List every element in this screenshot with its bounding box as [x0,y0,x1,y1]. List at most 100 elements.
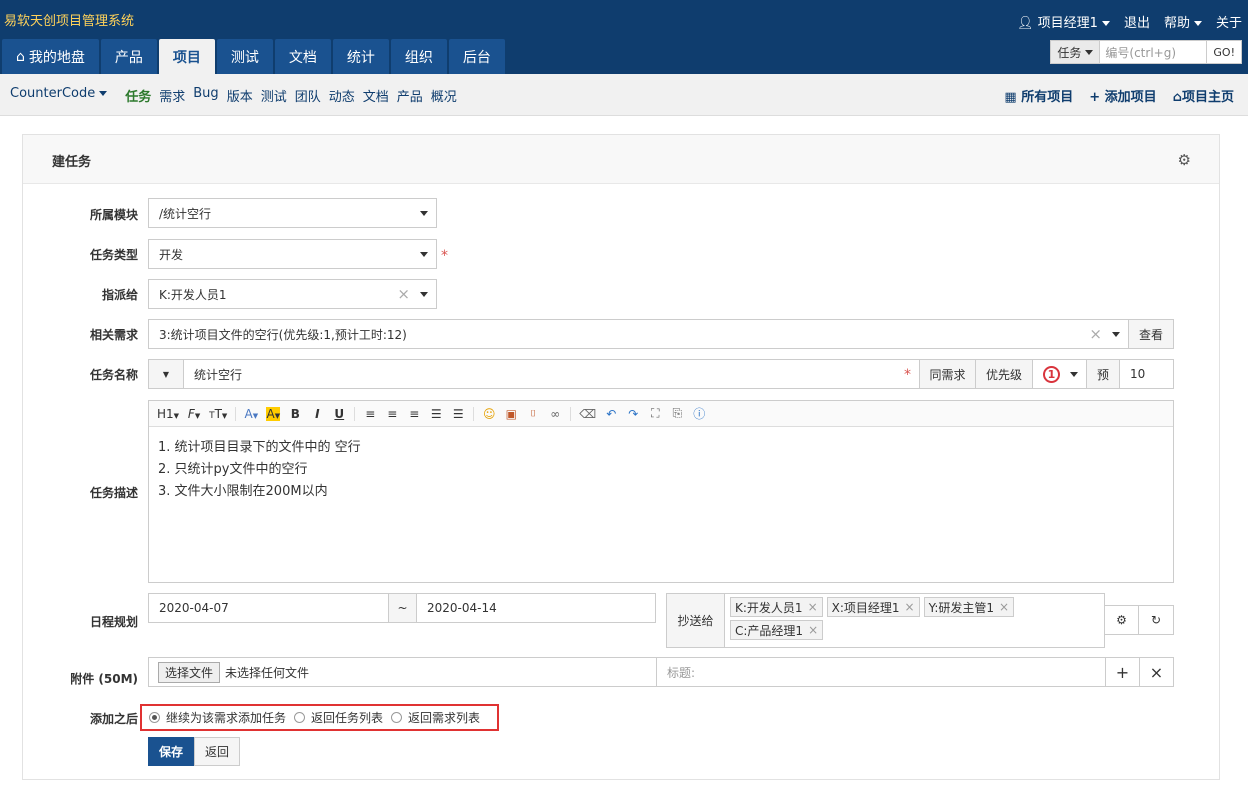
tab-admin[interactable]: 后台 [448,39,505,74]
help-icon[interactable]: ⓘ [692,405,706,422]
module-select[interactable]: /统计空行 [148,198,437,228]
file-input[interactable]: 选择文件 未选择任何文件 [148,657,657,687]
grid-icon: ▦ [1004,90,1017,105]
code-icon[interactable]: ⌷ [526,409,540,419]
user-menu[interactable]: 👤︎ 项目经理1 [1017,12,1110,31]
tab-company[interactable]: 组织 [390,39,447,74]
toolbar-separator [235,406,237,421]
gear-icon[interactable]: ⚙ [1104,605,1139,635]
story-select[interactable]: 3:统计项目文件的空行(优先级:1,预计工时:12) × [148,319,1129,349]
clear-icon[interactable]: × [1089,325,1102,343]
bold-tool[interactable]: B [288,407,302,421]
page-title: 建任务 [52,155,92,170]
fullscreen-icon[interactable]: ⛶ [648,406,662,421]
font-color-tool[interactable]: A▼ [244,407,258,421]
tab-report[interactable]: 统计 [332,39,389,74]
subnav-view[interactable]: 概况 [431,86,457,105]
image-icon[interactable]: ▣ [504,407,518,421]
description-editor[interactable]: H1▼ F▼ TT▼ A▼ A▼ B I U ≡ ≡ ≡ ☰ ☰ ☺ ▣ ⌷ ∞… [148,400,1174,583]
back-button[interactable]: 返回 [194,737,240,766]
tab-qa[interactable]: 测试 [216,39,273,74]
editor-content[interactable]: 1. 统计项目目录下的文件中的 空行 2. 只统计py文件中的空行 3. 文件大… [149,427,1173,513]
highlight-tool[interactable]: A▼ [266,406,281,421]
color-picker-button[interactable]: ▼ [148,359,184,389]
tab-project[interactable]: 项目 [158,39,215,74]
refresh-icon[interactable]: ↻ [1138,605,1174,635]
tab-product[interactable]: 产品 [100,39,157,74]
all-projects-link[interactable]: ▦ 所有项目 [1004,86,1073,105]
tab-my[interactable]: ⌂ 我的地盘 [2,39,99,74]
task-name-input[interactable]: 统计空行 [183,359,920,389]
link-icon[interactable]: ∞ [548,407,562,421]
font-size-tool[interactable]: TT▼ [209,407,227,421]
cc-tag: Y:研发主管1 × [923,597,1015,617]
remove-icon[interactable]: × [905,600,915,614]
tab-doc[interactable]: 文档 [274,39,331,74]
project-home-link[interactable]: ⌂项目主页 [1173,86,1234,105]
align-left-icon[interactable]: ≡ [363,407,377,421]
search-input[interactable]: 编号(ctrl+g) [1099,40,1208,64]
radio-story-list[interactable]: 返回需求列表 [391,709,480,726]
desc-line: 3. 文件大小限制在200M以内 [158,484,328,499]
subnav-product[interactable]: 产品 [397,86,423,105]
search-go-button[interactable]: GO! [1207,40,1242,64]
search-type-select[interactable]: 任务 [1050,40,1100,64]
remove-icon[interactable]: × [808,600,818,614]
template-icon[interactable]: ⎘ [670,406,684,421]
subnav-doc[interactable]: 文档 [363,86,389,105]
emoticon-icon[interactable]: ☺ [482,407,496,421]
subnav-bug[interactable]: Bug [193,86,218,105]
underline-tool[interactable]: U [332,407,346,421]
priority-select[interactable]: 1 [1032,359,1087,389]
editor-toolbar: H1▼ F▼ TT▼ A▼ A▼ B I U ≡ ≡ ≡ ☰ ☰ ☺ ▣ ⌷ ∞… [149,401,1173,427]
add-project-link[interactable]: + 添加项目 [1089,86,1156,105]
align-center-icon[interactable]: ≡ [385,407,399,421]
redo-icon[interactable]: ↷ [626,407,640,421]
ordered-list-icon[interactable]: ☰ [429,407,443,421]
subnav-task[interactable]: 任务 [125,86,151,105]
subnav-team[interactable]: 团队 [295,86,321,105]
clear-icon[interactable]: × [397,285,410,303]
estimate-input[interactable]: 10 [1119,359,1174,389]
end-date-input[interactable]: 2020-04-14 [416,593,656,623]
heading-tool[interactable]: H1▼ [157,407,179,421]
unordered-list-icon[interactable]: ☰ [451,407,465,421]
chevron-down-icon [1085,49,1094,55]
gear-icon[interactable]: ⚙ [1178,151,1191,169]
same-story-button[interactable]: 同需求 [919,359,976,389]
plus-icon[interactable]: + [1105,657,1140,687]
about-link[interactable]: 关于 [1216,12,1242,31]
cc-box[interactable]: 抄送给 K:开发人员1 × X:项目经理1 × Y:研发主管1 × C:产品经理1 × [666,593,1105,648]
start-date-input[interactable]: 2020-04-07 [148,593,389,623]
font-family-tool[interactable]: F▼ [187,407,201,421]
project-name: CounterCode [10,86,96,101]
radio-continue[interactable]: 继续为该需求添加任务 [149,709,286,726]
subnav-dynamic[interactable]: 动态 [329,86,355,105]
subnav-build[interactable]: 版本 [227,86,253,105]
type-select[interactable]: 开发 [148,239,437,269]
choose-file-button[interactable]: 选择文件 [158,661,221,683]
add-project-label: 添加项目 [1104,90,1157,105]
eraser-icon[interactable]: ⌫ [579,407,596,421]
toolbar-separator [570,406,572,421]
remove-icon[interactable]: × [999,600,1009,614]
project-switcher[interactable]: CounterCode [10,86,108,105]
radio-dot [294,712,306,723]
logout-link[interactable]: 退出 [1124,12,1150,31]
cc-tag-label: Y:研发主管1 [928,600,995,615]
italic-tool[interactable]: I [310,407,324,421]
undo-icon[interactable]: ↶ [604,407,618,421]
assign-select[interactable]: K:开发人员1 × [148,279,437,309]
help-menu[interactable]: 帮助 [1164,12,1202,31]
close-icon[interactable]: × [1139,657,1174,687]
subnav-testtask[interactable]: 测试 [261,86,287,105]
toolbar-separator [473,406,475,421]
remove-icon[interactable]: × [808,623,818,637]
align-right-icon[interactable]: ≡ [407,407,421,421]
radio-task-list[interactable]: 返回任务列表 [294,709,383,726]
view-story-button[interactable]: 查看 [1128,319,1174,349]
save-button[interactable]: 保存 [148,737,194,766]
chevron-down-icon: ▼ [221,411,228,420]
caption-input[interactable]: 标题: [656,657,1106,687]
subnav-story[interactable]: 需求 [159,86,185,105]
